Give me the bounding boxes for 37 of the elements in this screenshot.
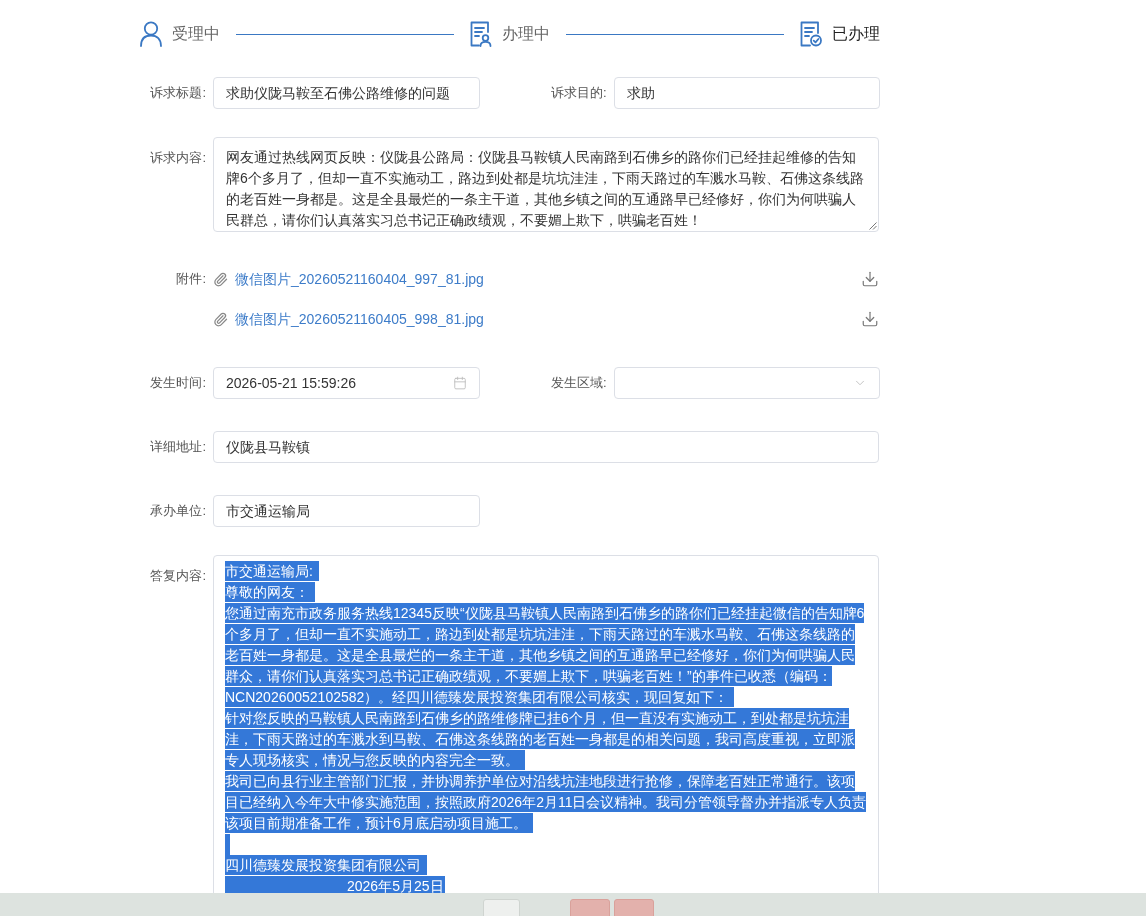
reply-paragraph: 我司已向县行业主管部门汇报，并协调养护单位对沿线坑洼地段进行抢修，保障老百姓正常通行。该项目已经纳入今年大中修实施范围，按照政府2026年2月11日会议精神。我司分管领导督办并指派专人负责该项目前期准备工作，预计6月底启动项目施工。	[225, 771, 868, 834]
reply-paragraph: 尊敬的网友：	[225, 582, 869, 603]
step-label: 受理中	[172, 24, 220, 44]
field-label: 发生区域:	[549, 374, 607, 393]
field-label: 承办单位:	[149, 502, 206, 521]
attachment-link[interactable]: 微信图片_20260521160404_997_81.jpg	[235, 268, 484, 290]
date-time-input[interactable]: 2026-05-21 15:59:26	[213, 367, 480, 399]
field-label: 答复内容:	[149, 567, 206, 585]
attachment-link[interactable]: 微信图片_20260521160405_998_81.jpg	[235, 308, 484, 330]
reply-paragraph: 四川德臻发展投资集团有限公司	[225, 855, 869, 876]
reply-paragraph: 市交通运输局:	[225, 561, 869, 582]
resize-grip-icon[interactable]	[869, 222, 877, 230]
field-label: 发生时间:	[149, 374, 206, 393]
field-label: 附件:	[175, 270, 206, 289]
unit-input[interactable]: 市交通运输局	[213, 495, 480, 527]
address-input[interactable]: 仪陇县马鞍镇	[213, 431, 879, 463]
purpose-input[interactable]: 求助	[613, 77, 880, 109]
document-person-icon	[470, 21, 492, 47]
calendar-icon	[452, 376, 467, 390]
step-label: 办理中	[502, 24, 550, 44]
reply-paragraph: 针对您反映的马鞍镇人民南路到石佛乡的路维修牌已挂6个月，但一直没有实施动工，到处都是坑坑洼洼，下雨天路过的车溅水到马鞍、石佛这条线路的老百姓一身都是的相关问题，我司高度重视，立即派专人现场核实，情况与您反映的内容完全一致。	[225, 708, 856, 771]
field-label: 诉求标题:	[149, 84, 206, 103]
paperclip-icon	[213, 271, 228, 287]
download-icon[interactable]	[861, 270, 879, 288]
reply-date: 2026年5月25日	[225, 876, 445, 893]
field-label: 诉求内容:	[149, 149, 206, 167]
paperclip-icon	[213, 311, 228, 327]
reply-paragraph: 您通过南充市政务服务热线12345反映“仪陇县马鞍镇人民南路到石佛乡的路你们已经挂起微信的告知牌6个多月了，但却一直不实施动工，路边到处都是坑坑洼洼，下雨天路过的车溅水马鞍、石佛这条线路的老百姓一身都是。这是全县最烂的一条主干道，其他乡镇之间的互通路早已经修好，你们为何哄骗人民群众，请你们认真落实习总书记正确政绩观，不要媚上欺下，哄骗老百姓！”的事件已收悉（编码：NCN20260052102582）。经四川德臻发展投资集团有限公司核实，现回复如下：	[225, 603, 866, 708]
title-input[interactable]: 求助仪陇马鞍至石佛公路维修的问题	[213, 77, 480, 109]
field-label: 诉求目的:	[549, 84, 607, 103]
document-check-icon	[800, 21, 822, 47]
step-label: 已办理	[832, 24, 880, 44]
reply-textarea[interactable]	[213, 555, 879, 893]
field-label: 详细地址:	[149, 438, 206, 457]
content-textarea[interactable]: 网友通过热线网页反映：仪陇县公路局：仪陇县马鞍镇人民南路到石佛乡的路你们已经挂起维修的告知牌6个多月了，但却一直不实施动工，路边到处都是坑坑洼洼，下雨天路过的车溅水马鞍、石佛这条线路的老百姓一身都是。这是全县最烂的一条主干道，其他乡镇之间的互通路早已经修好，你们为何哄骗人民群总，请你们认真落实习总书记正确政绩观，不要媚上欺下，哄骗老百姓！	[213, 137, 879, 232]
person-icon	[140, 21, 162, 47]
download-icon[interactable]	[861, 310, 879, 328]
